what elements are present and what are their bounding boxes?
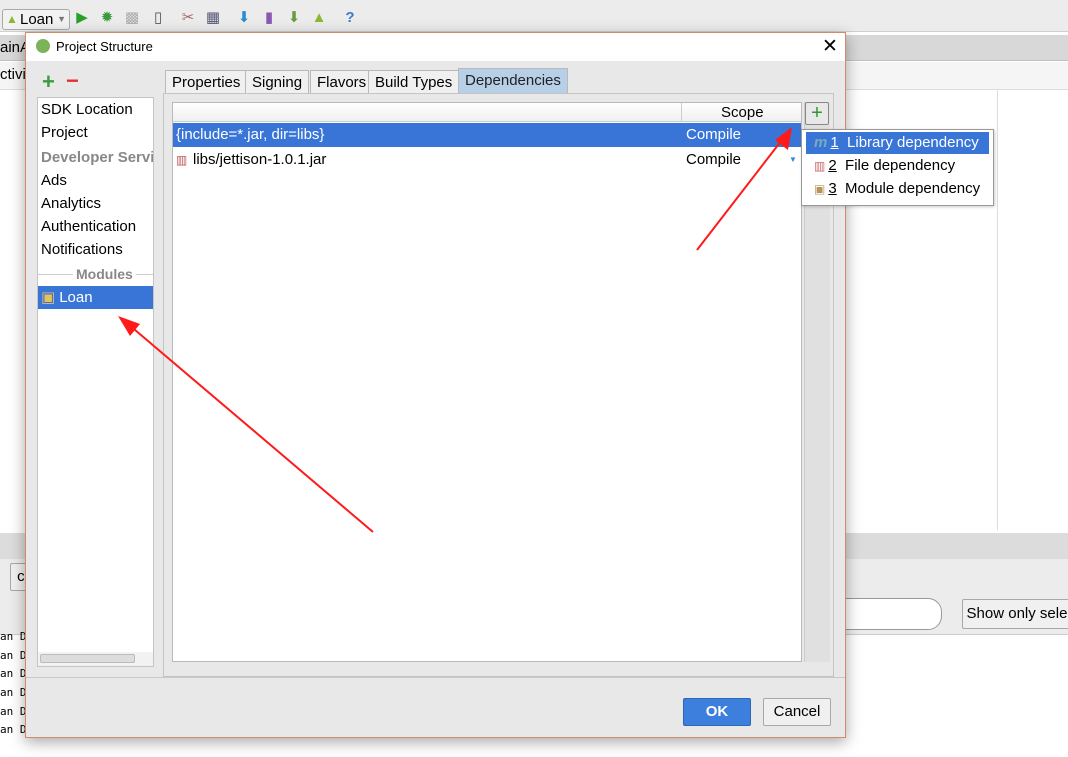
arrow-to-add-dependency	[696, 127, 792, 251]
annotation-arrows	[118, 127, 792, 533]
arrow-to-loan-module	[118, 316, 374, 533]
